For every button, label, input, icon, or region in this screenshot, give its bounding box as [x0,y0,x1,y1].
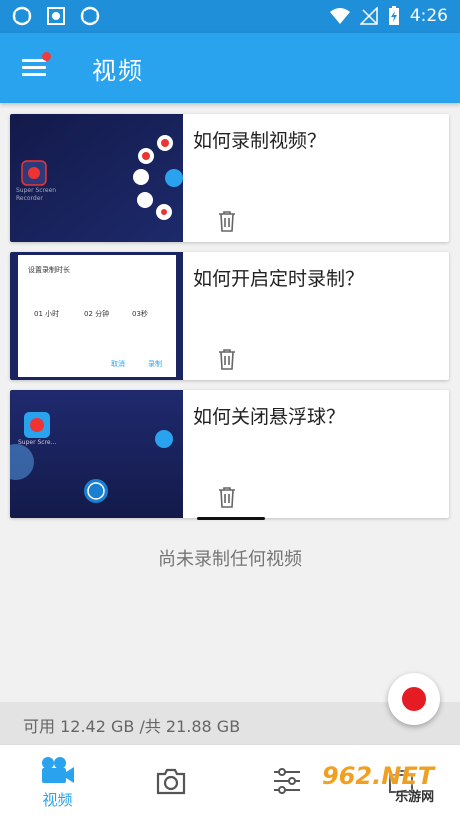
nav-item-screenshots[interactable] [115,745,230,818]
page-title: 视频 [92,57,144,85]
dialog-title: 设置录制时长 [28,266,70,274]
dialog-cancel-button: 取消 [111,360,125,368]
menu-button[interactable] [22,51,54,83]
video-title: 如何关闭悬浮球？ [193,406,346,428]
no-signal-icon [359,7,378,25]
thumbnail-caption: Super Screen Recorder [16,187,57,202]
timer-dialog-preview: 设置录制时长 01 小时 02 分钟 03秒 取消 录制 [18,255,176,377]
nav-item-videos[interactable]: 视频 [0,745,115,818]
app-bar: 视频 [0,33,460,103]
video-card[interactable]: 设置录制时长 01 小时 02 分钟 03秒 取消 录制 如何开启定时录制？ [10,252,449,380]
scroll-indicator [197,517,265,520]
delete-icon[interactable] [217,486,237,508]
video-title: 如何开启定时录制？ [193,268,365,290]
wifi-icon [329,8,350,24]
sliders-icon [274,768,300,794]
watermark-text: 962 [322,762,373,790]
menu-icon-bar [22,73,46,76]
watermark-logo: 962.NET 乐游网 [322,762,435,805]
status-bar: 4:26 [0,0,460,33]
video-card[interactable]: Super Scre... 如何关闭悬浮球？ [10,390,449,518]
nav-label-videos: 视频 [42,791,73,809]
dialog-minutes: 02 分钟 [84,310,110,318]
camera-icon [156,768,186,795]
dialog-record-button: 录制 [148,360,162,368]
video-thumbnail[interactable]: Super Scre... [10,390,183,518]
thumbnail-caption: Super Scre... [18,439,57,446]
battery-charging-icon [388,6,399,25]
status-time: 4:26 [409,6,448,26]
app-notification-icon [12,6,32,26]
delete-icon[interactable] [217,348,237,370]
video-card[interactable]: Super Screen Recorder 如何录制视频？ [10,114,449,242]
video-camera-icon [42,757,74,783]
app-notification-icon-2 [80,6,100,26]
video-title: 如何录制视频？ [193,130,327,152]
dialog-hours: 01 小时 [34,310,60,318]
notification-dot [42,52,51,61]
video-thumbnail[interactable]: Super Screen Recorder [10,114,183,242]
delete-icon[interactable] [217,210,237,232]
dialog-seconds: 03秒 [132,310,148,318]
menu-icon-bar [22,66,46,69]
empty-message: 尚未录制任何视频 [158,549,302,570]
record-button[interactable] [388,673,440,725]
record-icon [402,687,426,711]
storage-text: 可用 12.42 GB /共 21.88 GB [23,717,241,736]
video-thumbnail[interactable]: 设置录制时长 01 小时 02 分钟 03秒 取消 录制 [10,252,183,380]
screenshot-notification-icon [47,7,65,25]
